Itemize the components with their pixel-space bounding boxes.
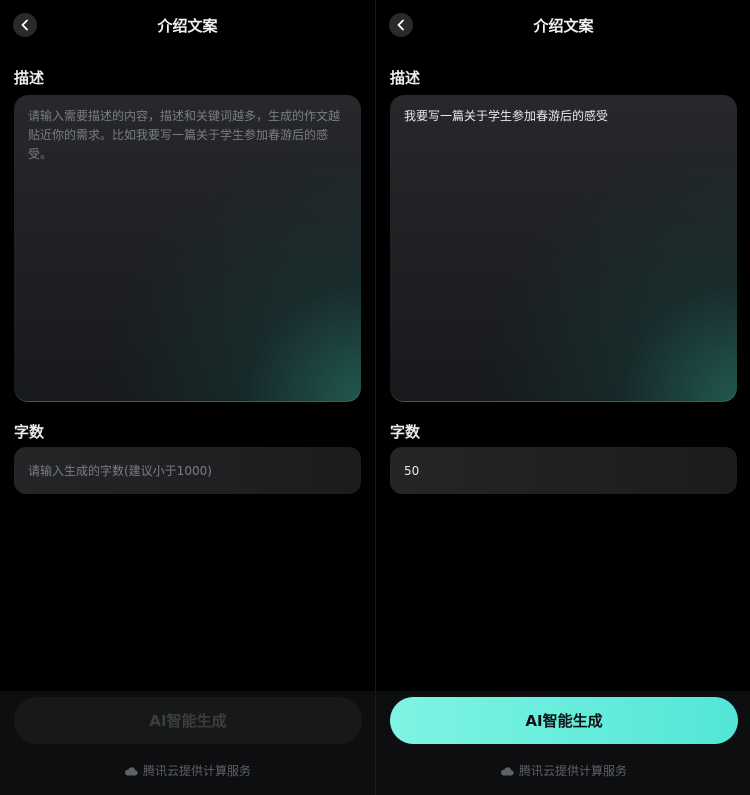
ai-generate-button[interactable]: AI智能生成 — [14, 697, 362, 744]
page-title: 介绍文案 — [0, 15, 375, 36]
screen-empty-form: 介绍文案 描述 请输入需要描述的内容，描述和关键词越多，生成的作文越贴近你的需求… — [0, 0, 375, 795]
word-count-input[interactable]: 50 — [390, 447, 737, 494]
description-label: 描述 — [390, 67, 420, 88]
footer-text: 腾讯云提供计算服务 — [519, 762, 627, 779]
footer-text: 腾讯云提供计算服务 — [143, 762, 251, 779]
header: 介绍文案 — [0, 0, 375, 50]
page-title: 介绍文案 — [376, 15, 750, 36]
word-count-label: 字数 — [390, 421, 420, 442]
description-textarea[interactable]: 我要写一篇关于学生参加春游后的感受 — [390, 95, 737, 402]
ai-generate-button[interactable]: AI智能生成 — [390, 697, 738, 744]
description-placeholder: 请输入需要描述的内容，描述和关键词越多，生成的作文越贴近你的需求。比如我要写一篇… — [28, 107, 347, 164]
word-count-placeholder: 请输入生成的字数(建议小于1000) — [28, 462, 212, 479]
word-count-input[interactable]: 请输入生成的字数(建议小于1000) — [14, 447, 361, 494]
screen-filled-form: 介绍文案 描述 我要写一篇关于学生参加春游后的感受 字数 50 AI智能生成 腾… — [376, 0, 750, 795]
footer-note: 腾讯云提供计算服务 — [0, 762, 375, 779]
footer-note: 腾讯云提供计算服务 — [376, 762, 750, 779]
description-value: 我要写一篇关于学生参加春游后的感受 — [404, 107, 723, 126]
word-count-label: 字数 — [14, 421, 44, 442]
word-count-value: 50 — [404, 464, 419, 478]
description-textarea[interactable]: 请输入需要描述的内容，描述和关键词越多，生成的作文越贴近你的需求。比如我要写一篇… — [14, 95, 361, 402]
description-label: 描述 — [14, 67, 44, 88]
cloud-icon — [124, 766, 138, 776]
header: 介绍文案 — [376, 0, 750, 50]
cloud-icon — [500, 766, 514, 776]
